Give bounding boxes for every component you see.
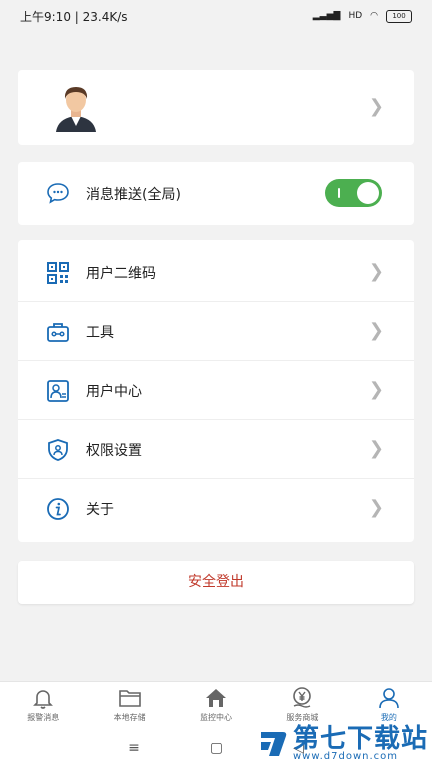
menu-item-permissions[interactable]: 权限设置 ❯ [18,420,414,479]
d7down-logo-icon [260,732,287,756]
push-label: 消息推送(全局) [86,187,181,203]
home-button-icon[interactable]: ▢ [210,740,223,756]
home-icon [206,689,227,707]
chevron-right-icon: ❯ [368,96,384,117]
menu-item-about[interactable]: 关于 ❯ [18,479,414,537]
menu-item-qr-code[interactable]: 用户二维码 ❯ [18,243,414,302]
toggle-knob [357,182,379,204]
signal-label: HD [348,11,363,21]
info-icon [47,498,69,520]
push-toggle[interactable] [325,179,382,207]
user-icon [379,688,399,709]
user-avatar-icon [56,87,96,132]
tab-alarm-messages[interactable]: 报警消息 [0,682,86,727]
menu-item-label: 工具 [86,325,114,341]
tab-label: 服务商城 [286,713,319,722]
menu-item-tools[interactable]: 工具 ❯ [18,302,414,361]
tab-label: 监控中心 [200,713,233,722]
menu-item-label: 权限设置 [86,443,142,459]
watermark: 第七下载站 www.d7down.com [257,726,428,762]
folder-icon [118,690,141,707]
toolbox-icon [47,323,69,342]
tab-mine[interactable]: 我的 [346,682,432,727]
status-icons: ▂▃▅▇ HD ◠ 100 [312,9,412,23]
tab-label: 我的 [380,713,397,722]
push-notification-card: 消息推送(全局) [18,162,414,225]
chevron-right-icon: ❯ [368,497,384,518]
user-card-icon [47,380,69,402]
tab-label: 报警消息 [27,713,60,722]
battery-level: 100 [392,12,406,20]
status-time: 上午9:10 | 23.4K/s [20,9,128,24]
menu-item-label: 关于 [86,502,114,518]
logout-button[interactable]: 安全登出 [18,561,414,604]
menu-icon[interactable]: ≡ [128,740,140,756]
watermark-title: 第七下载站 [292,724,428,754]
wifi-icon: ◠ [370,11,378,21]
tab-local-storage[interactable]: 本地存储 [86,682,172,727]
settings-menu: 用户二维码 ❯ 工具 ❯ 用户中心 ❯ 权限设置 ❯ 关于 ❯ [18,240,414,542]
menu-item-label: 用户中心 [86,384,142,400]
shield-icon [48,439,68,461]
yen-coin-icon [293,687,312,708]
bottom-tab-bar: 报警消息 本地存储 监控中心 服务商城 我的 [0,681,432,727]
chevron-right-icon: ❯ [368,320,384,341]
chevron-right-icon: ❯ [368,261,384,282]
status-bar: 上午9:10 | 23.4K/s ▂▃▅▇ HD ◠ 100 [0,0,432,32]
profile-card[interactable]: ❯ [18,70,414,145]
qr-code-icon [47,262,69,284]
chevron-right-icon: ❯ [368,379,384,400]
menu-item-user-center[interactable]: 用户中心 ❯ [18,361,414,420]
bell-icon [33,690,54,709]
chat-bubble-icon [47,183,69,204]
watermark-url: www.d7down.com [292,751,399,762]
battery-icon: 100 [386,9,412,23]
chevron-right-icon: ❯ [368,438,384,459]
toggle-on-indicator [338,188,340,198]
signal-icon: ▂▃▅▇ [312,11,341,21]
tab-label: 本地存储 [113,713,146,722]
tab-monitor-center[interactable]: 监控中心 [173,682,259,727]
tab-service-mall[interactable]: 服务商城 [259,682,345,727]
menu-item-label: 用户二维码 [86,266,156,282]
